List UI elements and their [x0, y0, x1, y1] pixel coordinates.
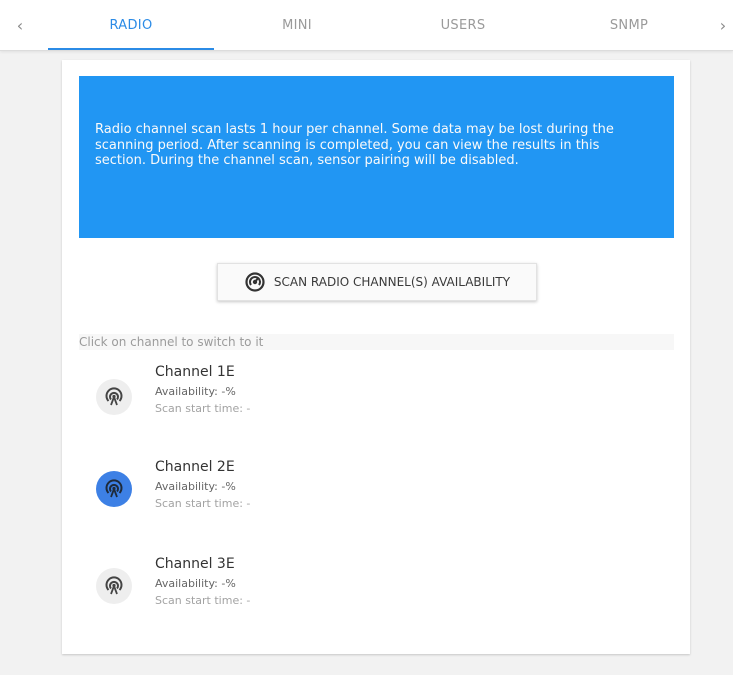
- channel-scan-start: Scan start time: -: [155, 402, 251, 415]
- channel-name: Channel 1E: [155, 364, 235, 380]
- radio-settings-card: Radio channel scan lasts 1 hour per chan…: [62, 60, 690, 654]
- channel-hint: Click on channel to switch to it: [79, 334, 674, 350]
- info-banner: Radio channel scan lasts 1 hour per chan…: [79, 76, 674, 238]
- channel-availability: Availability: -%: [155, 577, 236, 590]
- tab-prev-arrow[interactable]: ‹: [0, 0, 40, 50]
- channel-item-2e[interactable]: Channel 2E Availability: -% Scan start t…: [96, 459, 396, 529]
- channel-item-3e[interactable]: Channel 3E Availability: -% Scan start t…: [96, 556, 396, 626]
- channel-scan-start: Scan start time: -: [155, 594, 251, 607]
- tab-bar: ‹ RADIO MINI USERS SNMP ›: [0, 0, 733, 51]
- channel-availability: Availability: -%: [155, 480, 236, 493]
- channel-item-1e[interactable]: Channel 1E Availability: -% Scan start t…: [96, 364, 396, 434]
- scan-icon: [244, 271, 266, 293]
- tab-snmp[interactable]: SNMP: [546, 0, 712, 50]
- scan-button-label: SCAN RADIO CHANNEL(S) AVAILABILITY: [273, 275, 511, 289]
- scan-radio-channels-button[interactable]: SCAN RADIO CHANNEL(S) AVAILABILITY: [217, 263, 537, 301]
- tab-mini[interactable]: MINI: [214, 0, 380, 50]
- radio-signal-icon: [96, 379, 132, 415]
- radio-signal-icon: [96, 568, 132, 604]
- channel-name: Channel 2E: [155, 459, 235, 475]
- tab-users[interactable]: USERS: [380, 0, 546, 50]
- channel-availability: Availability: -%: [155, 385, 236, 398]
- radio-signal-icon: [96, 471, 132, 507]
- channel-scan-start: Scan start time: -: [155, 497, 251, 510]
- tab-radio[interactable]: RADIO: [48, 0, 214, 50]
- channel-name: Channel 3E: [155, 556, 235, 572]
- tab-next-arrow[interactable]: ›: [703, 0, 733, 50]
